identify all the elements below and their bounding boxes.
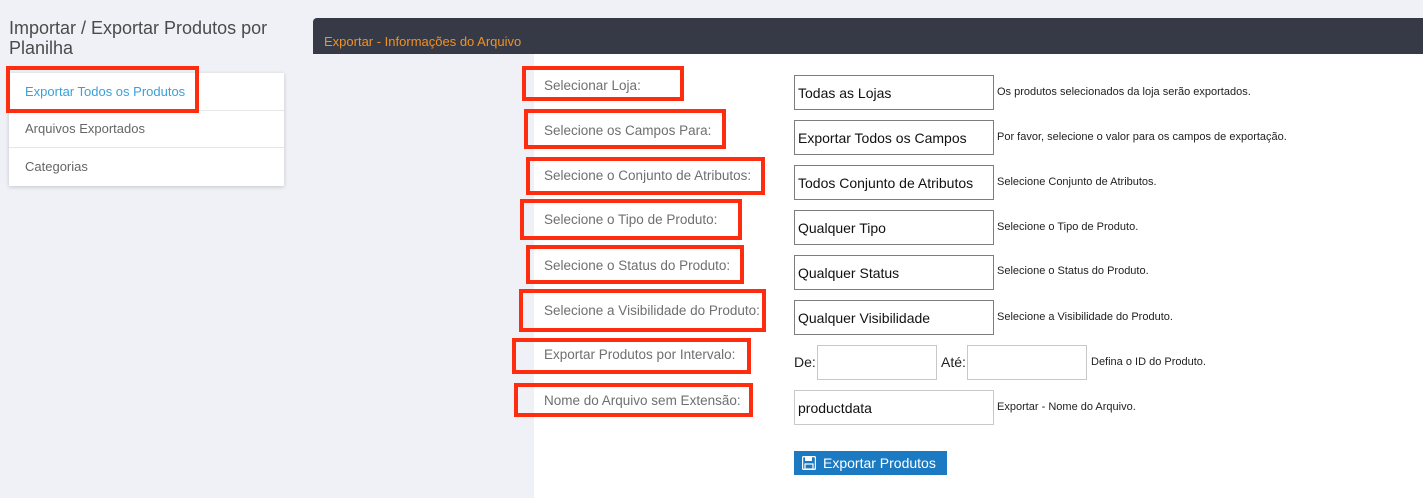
highlight-box: [526, 157, 765, 195]
highlight-box: [514, 383, 753, 417]
range-to-input[interactable]: [967, 345, 1087, 380]
store-hint: Os produtos selecionados da loja serão e…: [997, 86, 1251, 98]
save-icon: [802, 456, 816, 470]
page-title: Importar / Exportar Produtos por Planilh…: [9, 18, 268, 58]
highlight-box: [519, 289, 766, 332]
sidebar-item-categories[interactable]: Categorias: [9, 148, 284, 186]
visibility-hint: Selecione a Visibilidade do Produto.: [997, 311, 1173, 323]
filename-input[interactable]: productdata: [794, 390, 994, 425]
product-type-select[interactable]: Qualquer Tipo: [794, 210, 994, 245]
range-hint: Defina o ID do Produto.: [1091, 356, 1206, 368]
export-products-label: Exportar Produtos: [823, 455, 936, 471]
fields-select[interactable]: Exportar Todos os Campos: [794, 120, 994, 155]
filename-hint: Exportar - Nome do Arquivo.: [997, 401, 1136, 413]
range-from-input[interactable]: [817, 345, 937, 380]
highlight-box: [522, 66, 684, 101]
product-status-hint: Selecione o Status do Produto.: [997, 265, 1149, 277]
store-select[interactable]: Todas as Lojas: [794, 75, 994, 110]
panel-title: Exportar - Informações do Arquivo: [324, 34, 522, 49]
highlight-box: [512, 338, 751, 374]
range-to-label: Até:: [941, 354, 966, 370]
highlight-box: [520, 199, 742, 240]
highlight-box: [526, 245, 744, 284]
highlight-box: [6, 66, 199, 113]
attribute-set-select[interactable]: Todos Conjunto de Atributos: [794, 165, 994, 200]
highlight-box: [524, 109, 726, 149]
fields-hint: Por favor, selecione o valor para os cam…: [997, 131, 1287, 143]
visibility-select[interactable]: Qualquer Visibilidade: [794, 300, 994, 335]
sidebar-item-exported-files[interactable]: Arquivos Exportados: [9, 111, 284, 148]
panel-header: Exportar - Informações do Arquivo: [313, 18, 1423, 54]
attribute-set-hint: Selecione Conjunto de Atributos.: [997, 176, 1157, 188]
product-type-hint: Selecione o Tipo de Produto.: [997, 221, 1139, 233]
range-from-label: De:: [794, 354, 816, 370]
product-status-select[interactable]: Qualquer Status: [794, 255, 994, 290]
export-products-button[interactable]: Exportar Produtos: [794, 451, 947, 475]
